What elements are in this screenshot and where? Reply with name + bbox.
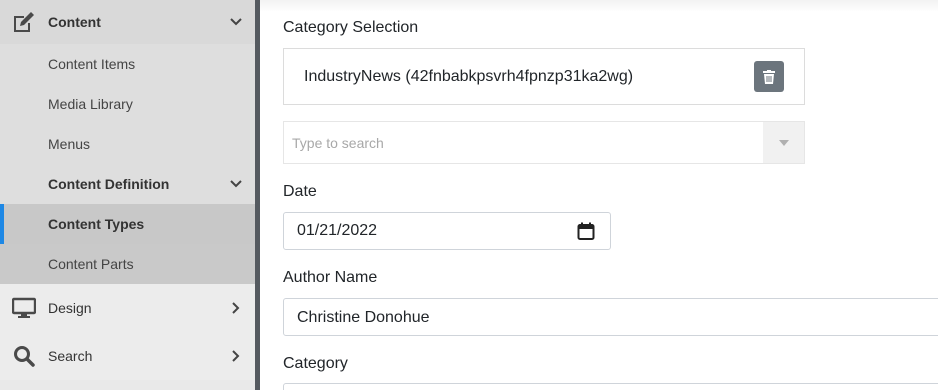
- sidebar-item-content-types[interactable]: Content Types: [0, 204, 255, 244]
- category-search-combobox: [283, 121, 805, 164]
- date-value: 01/21/2022: [297, 222, 378, 239]
- content-editor-form: Category Selection IndustryNews (42fnbab…: [260, 0, 938, 390]
- sidebar-item-label: Search: [48, 348, 93, 364]
- sidebar-item-media-library[interactable]: Media Library: [0, 84, 255, 124]
- sidebar-item-content[interactable]: Content: [0, 0, 255, 44]
- sidebar-item-label: Content Parts: [48, 256, 134, 272]
- sidebar-item-content-definition[interactable]: Content Definition: [0, 164, 255, 204]
- sidebar-item-menus[interactable]: Menus: [0, 124, 255, 164]
- sidebar-item-label: Content Types: [48, 216, 145, 232]
- calendar-icon[interactable]: [577, 222, 595, 240]
- sidebar-item-label: Design: [48, 300, 92, 316]
- date-field[interactable]: 01/21/2022: [283, 212, 611, 250]
- chevron-down-icon[interactable]: [229, 177, 243, 191]
- edit-icon: [0, 11, 48, 33]
- selected-category-text: IndustryNews (42fnbabkpsvrh4fpnzp31ka2wg…: [304, 67, 634, 85]
- content-submenu: Content Items Media Library Menus Conten…: [0, 44, 255, 284]
- sidebar-item-label: Media Library: [48, 96, 133, 112]
- sidebar-item-label: Content Definition: [48, 176, 170, 192]
- chevron-right-icon[interactable]: [229, 349, 243, 363]
- search-icon: [0, 345, 48, 367]
- sidebar-item-label: Content Items: [48, 56, 136, 72]
- admin-sidebar: Content Content Items Media Library Menu…: [0, 0, 255, 390]
- sidebar-item-design[interactable]: Design: [0, 284, 255, 332]
- chevron-down-icon[interactable]: [229, 15, 243, 29]
- monitor-icon: [0, 297, 48, 319]
- sidebar-item-label: Menus: [48, 136, 91, 152]
- category-selection-label: Category Selection: [283, 19, 419, 36]
- sidebar-item-content-items[interactable]: Content Items: [0, 44, 255, 84]
- caret-down-icon[interactable]: [763, 122, 804, 163]
- remove-category-button[interactable]: [754, 61, 784, 92]
- sidebar-item-content-parts[interactable]: Content Parts: [0, 244, 255, 284]
- sidebar-item-label: Content: [48, 14, 101, 30]
- sidebar-item-search[interactable]: Search: [0, 332, 255, 380]
- category-field[interactable]: [283, 383, 938, 390]
- author-name-value: Christine Donohue: [297, 309, 430, 326]
- category-label: Category: [283, 355, 348, 372]
- selected-category-item: IndustryNews (42fnbabkpsvrh4fpnzp31ka2wg…: [283, 48, 805, 105]
- chevron-right-icon[interactable]: [229, 301, 243, 315]
- author-name-field[interactable]: Christine Donohue: [283, 298, 938, 336]
- active-indicator: [0, 204, 4, 244]
- author-name-label: Author Name: [283, 269, 378, 286]
- date-label: Date: [283, 183, 317, 200]
- category-search-input[interactable]: [284, 122, 764, 163]
- trash-icon: [763, 69, 775, 84]
